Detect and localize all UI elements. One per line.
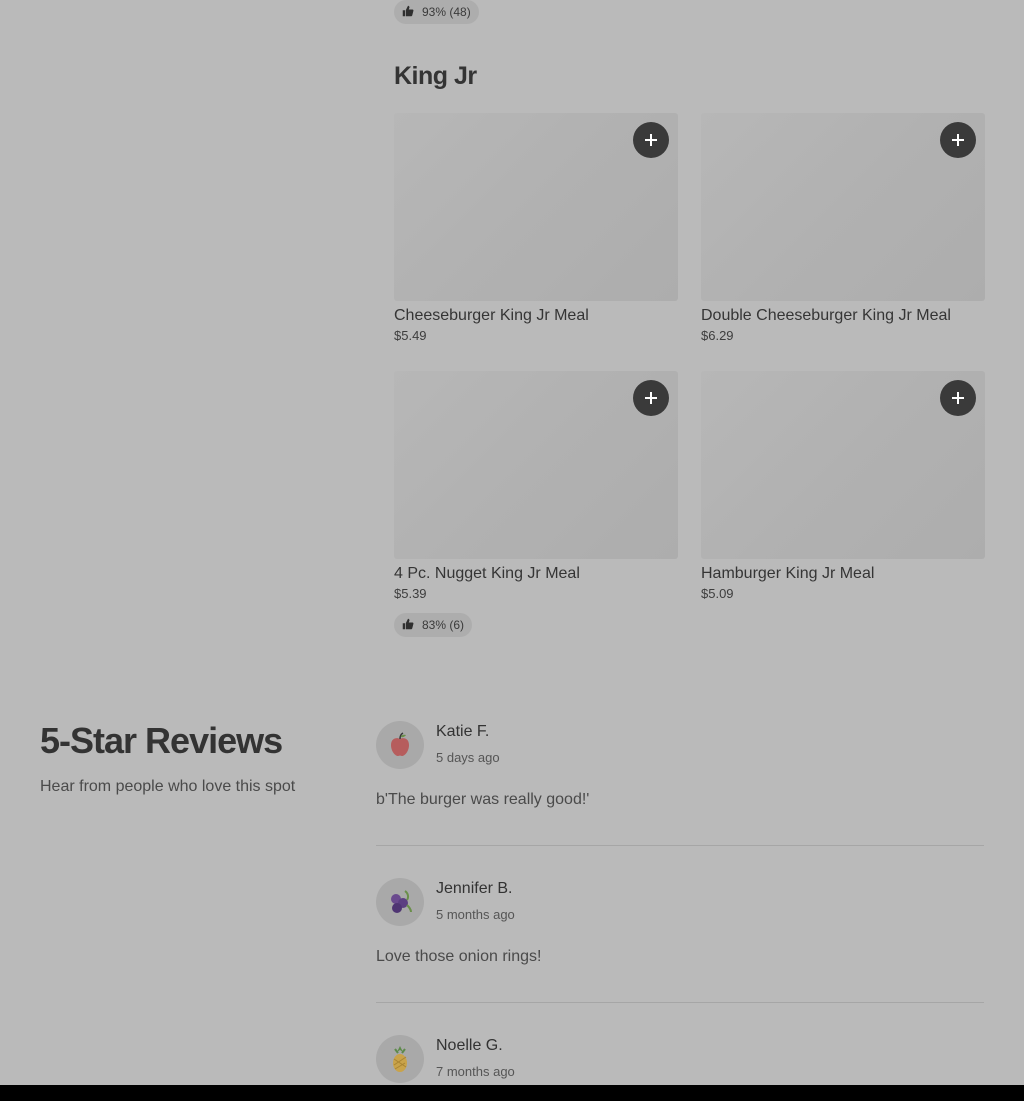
plus-icon [645,392,657,404]
plus-icon [952,392,964,404]
reviewer-name: Katie F. [436,723,490,740]
plus-icon [645,134,657,146]
rating-text: 93% (48) [422,5,471,19]
plus-icon [952,134,964,146]
reviews-subtitle: Hear from people who love this spot [40,778,296,795]
review-text: Love those onion rings! [376,948,542,965]
add-to-cart-button[interactable] [633,380,669,416]
divider [376,845,984,846]
menu-item-image[interactable] [701,113,985,301]
review-date: 5 days ago [436,750,500,765]
apple-icon [391,732,409,756]
menu-item-name: Hamburger King Jr Meal [701,565,875,582]
review-date: 5 months ago [436,907,515,922]
add-to-cart-button[interactable] [940,122,976,158]
reviewer-name: Jennifer B. [436,880,513,897]
menu-item-image[interactable] [701,371,985,559]
rating-badge: 93% (48) [394,0,479,24]
menu-item-name: 4 Pc. Nugget King Jr Meal [394,565,580,582]
menu-item-price: $5.09 [701,586,734,601]
menu-item-card[interactable]: Double Cheeseburger King Jr Meal $6.29 [701,113,985,343]
menu-item-card[interactable]: Hamburger King Jr Meal $5.09 [701,371,985,601]
blueberries-icon [391,890,412,913]
menu-item-price: $5.49 [394,328,427,343]
menu-item-name: Double Cheeseburger King Jr Meal [701,307,951,324]
divider [376,1002,984,1003]
reviewer-name: Noelle G. [436,1037,503,1054]
avatar [376,721,424,769]
menu-item-card[interactable]: 4 Pc. Nugget King Jr Meal $5.39 83% (6) [394,371,678,637]
menu-item-image[interactable] [394,113,678,301]
section-title: King Jr [394,62,477,90]
reviews-title: 5-Star Reviews [40,720,283,761]
menu-item-price: $5.39 [394,586,427,601]
rating-badge: 83% (6) [394,613,473,637]
menu-item-card[interactable]: Cheeseburger King Jr Meal $5.49 [394,113,678,343]
review-text: b'The burger was really good!' [376,791,590,808]
add-to-cart-button[interactable] [940,380,976,416]
bottom-bar [0,1085,1024,1101]
pineapple-icon [393,1046,407,1072]
add-to-cart-button[interactable] [633,122,669,158]
menu-item-image[interactable] [394,371,678,559]
avatar [376,878,424,926]
avatar [376,1035,424,1083]
menu-item-price: $6.29 [701,328,734,343]
thumbs-up-icon [402,5,414,20]
review-date: 7 months ago [436,1064,515,1079]
thumbs-up-icon [402,618,414,633]
menu-item-name: Cheeseburger King Jr Meal [394,307,589,324]
rating-text: 83% (6) [422,618,465,632]
